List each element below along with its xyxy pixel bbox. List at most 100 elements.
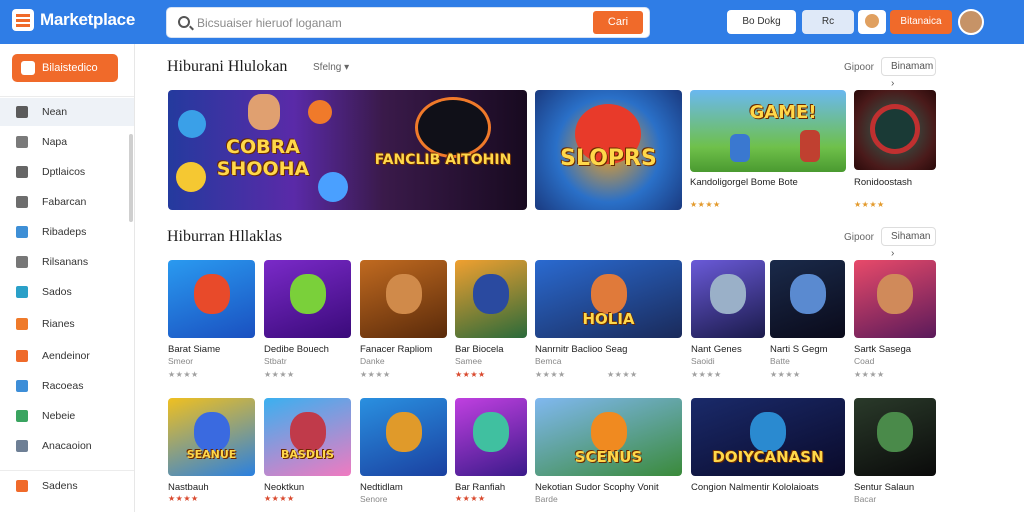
sidebar-item-sados[interactable]: Sados [0, 278, 134, 306]
sidebar-item-icon [16, 226, 28, 238]
card-title: Nant Genes [691, 344, 742, 355]
card-title: Dedibe Bouech [264, 344, 329, 355]
card-subtitle: Coad [854, 356, 875, 366]
game-thumbnail: BASDLIS [264, 398, 351, 476]
game-thumbnail: SEANUE [168, 398, 255, 476]
game-thumbnail: GAME! [690, 90, 846, 172]
sidebar-item-nebeie[interactable]: Nebeie [0, 402, 134, 430]
game-card[interactable]: Fanacer Rapliom Danke ★★★★ [360, 260, 447, 379]
game-thumbnail [360, 260, 447, 338]
sidebar-cta-button[interactable]: Bilaistedico [12, 54, 118, 82]
game-thumbnail [691, 260, 765, 338]
game-card[interactable]: Nedtidlam Senore [360, 398, 447, 508]
card-rating: ★★★★ [264, 494, 295, 503]
card-subtitle: Danke [360, 356, 385, 366]
sidebar-item-sadens[interactable]: Sadens [0, 472, 134, 500]
logo[interactable]: Marketplace [12, 9, 135, 31]
sidebar-item-fabarcan[interactable]: Fabarcan [0, 188, 134, 216]
sidebar-item-rilsanans[interactable]: Rilsanans [0, 248, 134, 276]
sidebar-item-label: Anacaoion [42, 440, 92, 452]
account-button[interactable]: Bo Dokg [727, 10, 796, 34]
card-title: Fanacer Rapliom [360, 344, 433, 355]
sidebar-item-ribadeps[interactable]: Ribadeps [0, 218, 134, 246]
card-rating: ★★★★ [168, 494, 199, 503]
featured-card[interactable]: SLOPRS [535, 90, 682, 210]
sidebar-item-racoeas[interactable]: Racoeas [0, 372, 134, 400]
featured-banner[interactable]: COBRA SHOOHA FANCLIB AITOHIN [168, 90, 527, 210]
see-all-button[interactable]: Binamam › [881, 57, 936, 89]
section-filter-dropdown[interactable]: Sfelng ▾ [313, 62, 349, 73]
game-card[interactable]: Bar Biocela Samee ★★★★ [455, 260, 527, 379]
card-title: Kandoligorgel Bome Bote [690, 177, 798, 188]
card-rating: ★★★★ [770, 370, 801, 379]
card-rating: ★★★★ [360, 370, 391, 379]
game-thumbnail [264, 260, 351, 338]
sidebar: Bilaistedico Nean Napa Dptlaicos Fabarcan Ri… [0, 44, 135, 512]
sidebar-item-label: Nebeie [42, 410, 76, 422]
game-card[interactable]: Dedibe Bouech Stbatr ★★★★ [264, 260, 351, 379]
sidebar-item-icon [16, 256, 28, 268]
section-title-popular: Hiburani Hlulokan [167, 58, 288, 75]
card-subtitle: Bacar [854, 494, 877, 504]
coins-badge[interactable]: Rc [802, 10, 854, 34]
profile-avatar[interactable] [958, 9, 984, 35]
sort-label: Gipoor [844, 232, 875, 243]
game-thumbnail [168, 260, 255, 338]
sidebar-item-label: Aendeinor [42, 350, 90, 362]
game-thumbnail [455, 260, 527, 338]
game-thumbnail: SLOPRS [535, 90, 682, 210]
header-cta-button[interactable]: Bitanaica [890, 10, 952, 34]
thumbnail-art-text: BASDLIS [281, 448, 334, 461]
search-button[interactable]: Cari [593, 11, 643, 34]
card-subtitle: Bemca [535, 356, 562, 366]
thumbnail-art-text: HOLIA [582, 310, 635, 328]
sidebar-item-aendeinor[interactable]: Aendeinor [0, 342, 134, 370]
sidebar-item-icon [16, 196, 28, 208]
game-card[interactable]: Barat Siame Smeor ★★★★ [168, 260, 255, 379]
sort-label: Gipoor [844, 62, 875, 73]
search-bar: Cari [166, 7, 650, 38]
sidebar-item-label: Fabarcan [42, 196, 87, 208]
notification-avatar-icon[interactable] [858, 10, 886, 34]
sidebar-scrollbar[interactable] [129, 134, 133, 222]
game-card[interactable]: HOLIA Nanrnitr Baclioo Seag Bemca ★★★★ ★★★★ [535, 260, 682, 379]
search-input[interactable] [197, 11, 587, 35]
banner-art-subtitle: FANCLIB AITOHIN [374, 152, 512, 168]
game-card[interactable]: Narti S Gegm Batte ★★★★ [770, 260, 845, 379]
featured-card[interactable]: GAME! Kandoligorgel Bome Bote ★★★★ [690, 90, 846, 216]
sidebar-item-dptlaicos[interactable]: Dptlaicos [0, 158, 134, 186]
sidebar-item-nean[interactable]: Nean [0, 98, 134, 126]
card-title: Bar Ranfiah [455, 482, 506, 493]
sidebar-item-icon [16, 380, 28, 392]
thumbnail-art-text: SLOPRS [560, 146, 657, 171]
game-card[interactable]: DOIYCANASN Congion Nalmentir Kololaioats [691, 398, 845, 508]
featured-card[interactable]: Ronidoostash ★★★★ [854, 90, 936, 216]
banner-art-title: COBRA SHOOHA [216, 136, 310, 180]
sidebar-item-icon [16, 286, 28, 298]
game-card[interactable]: Sartk Sasega Coad ★★★★ [854, 260, 936, 379]
card-title: Congion Nalmentir Kololaioats [691, 482, 819, 493]
thumbnail-art-text: GAME! [749, 102, 817, 123]
game-card[interactable]: SEANUE Nastbauh ★★★★ [168, 398, 255, 508]
game-card[interactable]: Sentur Salaun Bacar [854, 398, 936, 508]
sidebar-item-napa[interactable]: Napa [0, 128, 134, 156]
card-rating-secondary: ★★★★ [607, 370, 638, 379]
game-thumbnail [770, 260, 845, 338]
game-card[interactable]: Bar Ranfiah ★★★★ [455, 398, 527, 508]
card-rating: ★★★★ [691, 370, 722, 379]
game-card[interactable]: BASDLIS Neoktkun ★★★★ [264, 398, 351, 508]
card-title: Sartk Sasega [854, 344, 912, 355]
section-title-games: Hiburran Hllaklas [167, 228, 283, 245]
card-title: Nanrnitr Baclioo Seag [535, 344, 628, 355]
sidebar-item-anacaoion[interactable]: Anacaoion [0, 432, 134, 460]
sidebar-item-label: Nean [42, 106, 68, 118]
game-thumbnail [360, 398, 447, 476]
sidebar-item-rianes[interactable]: Rianes [0, 310, 134, 338]
game-card[interactable]: Nant Genes Saoidi ★★★★ [691, 260, 765, 379]
card-subtitle: Stbatr [264, 356, 287, 366]
see-all-button[interactable]: Sihaman › [881, 227, 936, 259]
sidebar-divider [0, 96, 134, 97]
sidebar-item-icon [16, 106, 28, 118]
game-card[interactable]: SCENUS Nekotian Sudor Scophy Vonit Barde [535, 398, 682, 508]
search-icon [178, 16, 190, 28]
